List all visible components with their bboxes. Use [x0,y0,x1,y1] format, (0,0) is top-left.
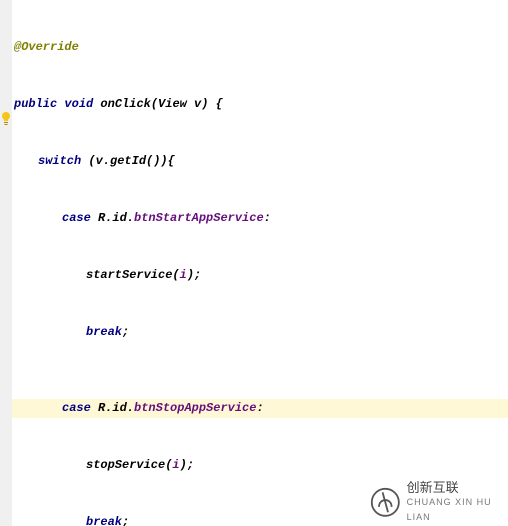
watermark-subtitle: CHUANG XIN HU LIAN [407,495,508,525]
keyword-public: public [14,97,57,111]
watermark-title: 创新互联 [407,480,508,495]
editor-gutter [0,0,12,526]
code-editor[interactable]: @Override public void onClick(View v) { … [0,0,508,526]
id-btnStopAppService: btnStopAppService [134,401,256,415]
keyword-case: case [62,211,91,225]
highlighted-line: case R.id.btnStopAppService: [12,399,508,418]
method-onclick-sig: onClick(View v) { [93,97,223,111]
semi: ; [122,515,129,526]
watermark: 创新互联 CHUANG XIN HU LIAN [366,481,508,523]
colon: : [264,211,271,225]
call-end: ); [187,268,201,282]
call-end: ); [180,458,194,472]
arg-i: i [180,268,187,282]
id-btnStartAppService: btnStartAppService [134,211,264,225]
keyword-switch: switch [38,154,81,168]
case-pref: R.id. [91,211,134,225]
keyword-break: break [86,515,122,526]
call-stopService: stopService( [86,458,172,472]
call-startService: startService( [86,268,180,282]
semi: ; [122,325,129,339]
code-area[interactable]: @Override public void onClick(View v) { … [12,0,508,526]
case-pref: R.id. [91,401,134,415]
keyword-void: void [64,97,93,111]
keyword-case: case [62,401,91,415]
keyword-break: break [86,325,122,339]
annotation: @Override [14,40,79,54]
colon: : [256,401,263,415]
watermark-logo-icon [370,485,401,519]
arg-i: i [172,458,179,472]
lightbulb-icon[interactable] [0,109,12,128]
switch-expr: (v.getId()){ [81,154,175,168]
